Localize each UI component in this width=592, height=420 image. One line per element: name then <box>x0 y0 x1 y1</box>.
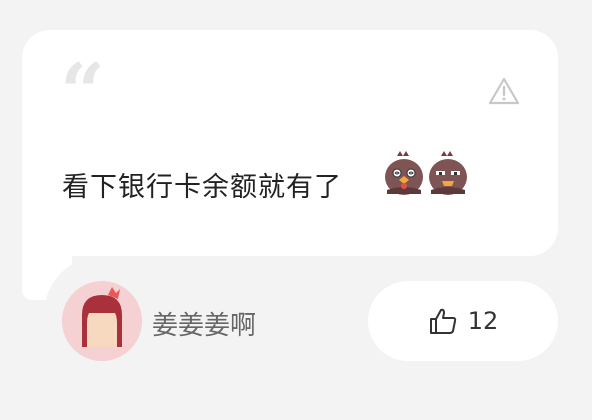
chicken-dizzy-emoji <box>385 151 423 195</box>
chicken-sad-emoji <box>429 151 467 195</box>
like-button[interactable]: 12 <box>368 281 558 361</box>
girl-avatar-icon <box>62 281 142 361</box>
thumbs-up-icon <box>429 308 456 334</box>
quote-mark-icon: “ <box>60 47 105 138</box>
warning-triangle-icon[interactable] <box>488 76 520 106</box>
avatar[interactable] <box>62 281 142 361</box>
comment-text: 看下银行卡余额就有了 <box>62 172 342 203</box>
like-count: 12 <box>467 307 499 335</box>
username[interactable]: 姜姜姜啊 <box>152 305 256 342</box>
